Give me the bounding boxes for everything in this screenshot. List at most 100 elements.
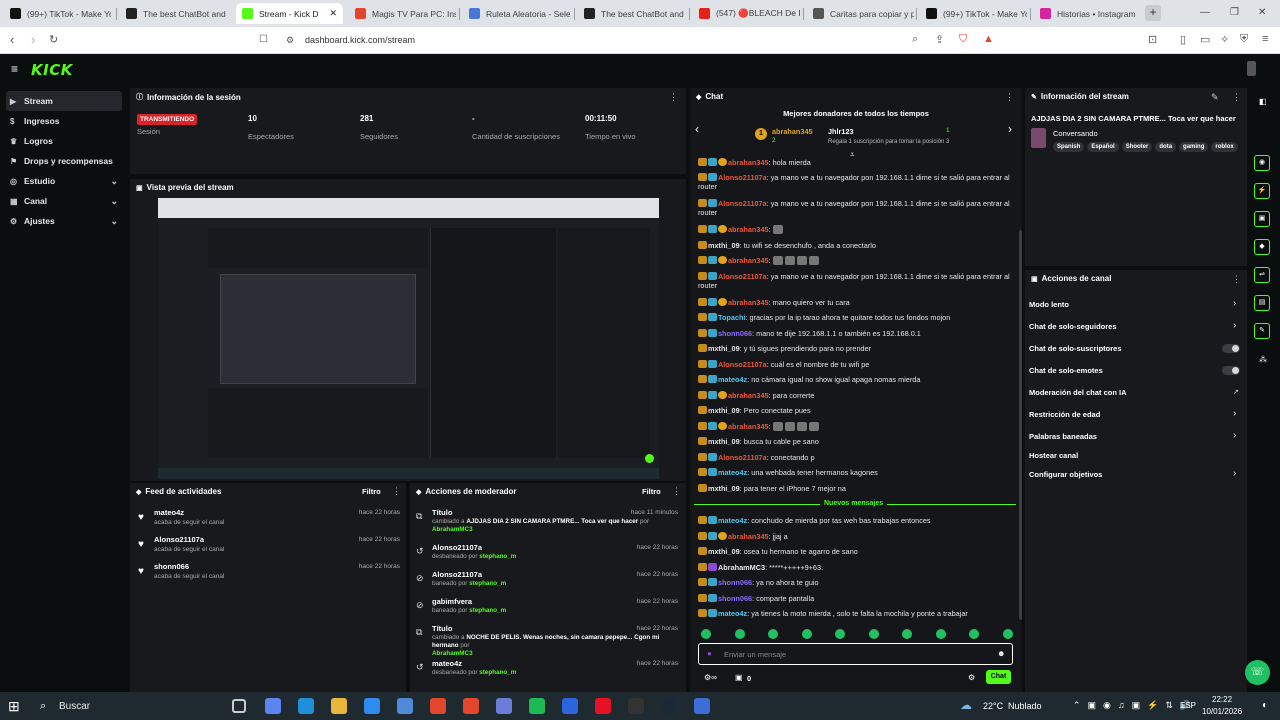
- dashboard-tool-icon[interactable]: ◉: [1254, 155, 1270, 171]
- sidebar-item-logros[interactable]: ♛ Logros: [6, 131, 122, 151]
- chat-username[interactable]: mxthi_09: [708, 547, 740, 556]
- chevron-right-icon[interactable]: ›: [1233, 430, 1236, 441]
- chevron-right-icon[interactable]: ›: [1233, 408, 1236, 419]
- taskbar-search[interactable]: Buscar: [59, 701, 90, 712]
- dashboard-tool-icon[interactable]: ▤: [1254, 295, 1270, 311]
- taskbar-app-icon[interactable]: [529, 698, 545, 714]
- taskbar-app-icon[interactable]: [562, 698, 578, 714]
- chevron-right-icon[interactable]: ›: [1233, 320, 1236, 331]
- stream-info-menu-icon[interactable]: ⋮: [1232, 92, 1241, 103]
- taskbar-app-icon[interactable]: [397, 698, 413, 714]
- taskbar-app-icon[interactable]: [661, 698, 677, 714]
- close-window-icon[interactable]: ✕: [1258, 7, 1266, 18]
- floating-chat-bubble[interactable]: ☏: [1245, 660, 1270, 685]
- mod-action-moderator[interactable]: stephano_m: [479, 553, 516, 560]
- dashboard-tool-icon[interactable]: ✎: [1254, 323, 1270, 339]
- chat-message[interactable]: abrahan345:: [698, 225, 1010, 234]
- sidebar-toggle-icon[interactable]: ▯: [1180, 33, 1186, 46]
- dashboard-tool-icon[interactable]: ⚡: [1254, 183, 1270, 199]
- mod-action-target[interactable]: Título: [432, 624, 452, 633]
- dashboard-tool-icon[interactable]: ◆: [1254, 239, 1270, 255]
- external-link-icon[interactable]: ↗: [1233, 388, 1239, 396]
- taskbar-search-icon[interactable]: ⌕: [40, 700, 46, 713]
- stream-preview[interactable]: [158, 198, 659, 479]
- browser-tab[interactable]: The best ChatBot and: [578, 3, 685, 24]
- quick-emote-icon[interactable]: [1002, 629, 1013, 639]
- chat-message[interactable]: Alonso21107a: conectando p: [698, 453, 1010, 462]
- quick-emote-icon[interactable]: [969, 629, 979, 639]
- mod-action-moderator[interactable]: stephano_m: [469, 607, 506, 614]
- quick-emote-icon[interactable]: [701, 629, 711, 639]
- sidebar-item-ingresos[interactable]: $ Ingresos: [6, 111, 122, 131]
- chat-username[interactable]: abrahan345: [728, 298, 769, 307]
- chat-settings-icon[interactable]: ⚙∞: [704, 673, 717, 682]
- leo-icon[interactable]: ✧: [1220, 33, 1229, 46]
- channel-action-chat-de-solo-emotes[interactable]: Chat de solo-emotes: [1029, 366, 1103, 375]
- mod-action-item[interactable]: ↺ mateo4z desbaneado por stephano_m hace 22…: [410, 659, 686, 685]
- chat-message[interactable]: abrahan345: mano quiero ver tu cara: [698, 298, 1010, 307]
- reload-icon[interactable]: ↻: [49, 33, 58, 46]
- chat-message[interactable]: mateo4z: ya tienes la moto mierda , solo…: [698, 609, 1010, 618]
- chat-gear-icon[interactable]: ⚙: [968, 673, 975, 682]
- channel-action-modo-lento[interactable]: Modo lento: [1029, 300, 1069, 309]
- kick-logo[interactable]: KICK: [31, 61, 73, 79]
- browser-tab[interactable]: The best ChatBot and: [120, 3, 227, 24]
- chat-message[interactable]: mateo4z: no cámara igual no show igual a…: [698, 375, 1010, 384]
- brave-shield-icon[interactable]: ⛉: [959, 33, 967, 46]
- quick-emote-icon[interactable]: [935, 629, 946, 639]
- sidebar-item-canal[interactable]: ▦ Canal ⌄: [6, 191, 122, 211]
- channel-action-hostear-canal[interactable]: Hostear canal: [1029, 451, 1078, 460]
- category-name[interactable]: Conversando: [1053, 129, 1098, 138]
- stream-info-edit-icon[interactable]: ✎: [1211, 92, 1219, 103]
- sidebar-item-stream[interactable]: ▶ Stream: [6, 91, 122, 111]
- mod-menu-icon[interactable]: ⋮: [672, 486, 681, 497]
- donors-prev-icon[interactable]: ‹: [695, 122, 699, 136]
- chat-message[interactable]: Alonso21107a: ya mano ve a tu navegador …: [698, 272, 1010, 290]
- activity-user[interactable]: mateo4z: [154, 508, 184, 517]
- chat-username[interactable]: Topachi: [718, 313, 745, 322]
- share-icon[interactable]: ⇪: [935, 33, 944, 46]
- avatar[interactable]: [1247, 61, 1256, 76]
- taskbar-app-icon[interactable]: [265, 698, 281, 714]
- chat-username[interactable]: mateo4z: [718, 516, 747, 525]
- back-icon[interactable]: ‹: [10, 32, 14, 47]
- clock-date[interactable]: 10/01/2026: [1202, 707, 1242, 716]
- browser-tab[interactable]: (99+) TikTok - Make Yo: [4, 3, 111, 24]
- chat-message[interactable]: shonn066: ya no ahora te guio: [698, 578, 1010, 587]
- taskbar-app-icon[interactable]: [496, 698, 512, 714]
- chat-username[interactable]: Alonso21107a: [718, 360, 767, 369]
- chat-message[interactable]: abrahan345:: [698, 256, 1010, 265]
- url-field[interactable]: dashboard.kick.com/stream: [305, 35, 415, 45]
- chat-message[interactable]: shonn066: comparte pantalla: [698, 594, 1010, 603]
- browser-tab[interactable]: (99+) TikTok - Make Yo: [920, 3, 1027, 24]
- quick-emote-icon[interactable]: [734, 629, 745, 639]
- chat-username[interactable]: shonn066: [718, 329, 752, 338]
- chat-username[interactable]: mateo4z: [718, 375, 747, 384]
- chat-username[interactable]: abrahan345: [728, 158, 769, 167]
- send-chat-button[interactable]: Chat: [986, 670, 1011, 684]
- stream-tag[interactable]: gaming: [1179, 142, 1209, 152]
- notifications-icon[interactable]: ◐: [1262, 700, 1268, 711]
- emoji-picker-icon[interactable]: ☻: [997, 649, 1005, 658]
- donors-next-icon[interactable]: ›: [1008, 122, 1012, 136]
- chat-message[interactable]: shonn066: mano te dije 192.168.1.1 o tam…: [698, 329, 1010, 338]
- mod-action-item[interactable]: ⧉ Título cambiado a NOCHE DE PELIS. Wenas …: [410, 624, 686, 657]
- stream-tag[interactable]: Español: [1087, 142, 1119, 152]
- activity-item[interactable]: ♥ shonn066 acaba de seguir el canal hace 22…: [130, 562, 410, 588]
- taskbar-app-icon[interactable]: [595, 698, 611, 714]
- chat-username[interactable]: mxthi_09: [708, 437, 740, 446]
- chat-gift-icon[interactable]: ▣: [735, 673, 743, 682]
- hamburger-icon[interactable]: ≡: [11, 62, 18, 76]
- more-tools-icon[interactable]: ⁂: [1259, 355, 1267, 364]
- chat-message[interactable]: mxthi_09: Pero conectate pues: [698, 406, 1010, 415]
- chat-username[interactable]: Alonso21107a: [718, 272, 767, 281]
- chat-message[interactable]: mateo4z: una wehbada tener hermanos kago…: [698, 468, 1010, 477]
- rewards-icon[interactable]: ▲: [983, 33, 994, 45]
- taskbar-app-icon[interactable]: [694, 698, 710, 714]
- close-tab-icon[interactable]: ✕: [329, 8, 337, 19]
- chat-message[interactable]: mxthi_09: busca tu cable pe sano: [698, 437, 1010, 446]
- taskbar-app-icon[interactable]: [232, 699, 246, 713]
- donor1-name[interactable]: abrahan345: [772, 127, 813, 136]
- quick-emote-icon[interactable]: [768, 629, 778, 639]
- stream-tag[interactable]: Shooter: [1121, 142, 1153, 152]
